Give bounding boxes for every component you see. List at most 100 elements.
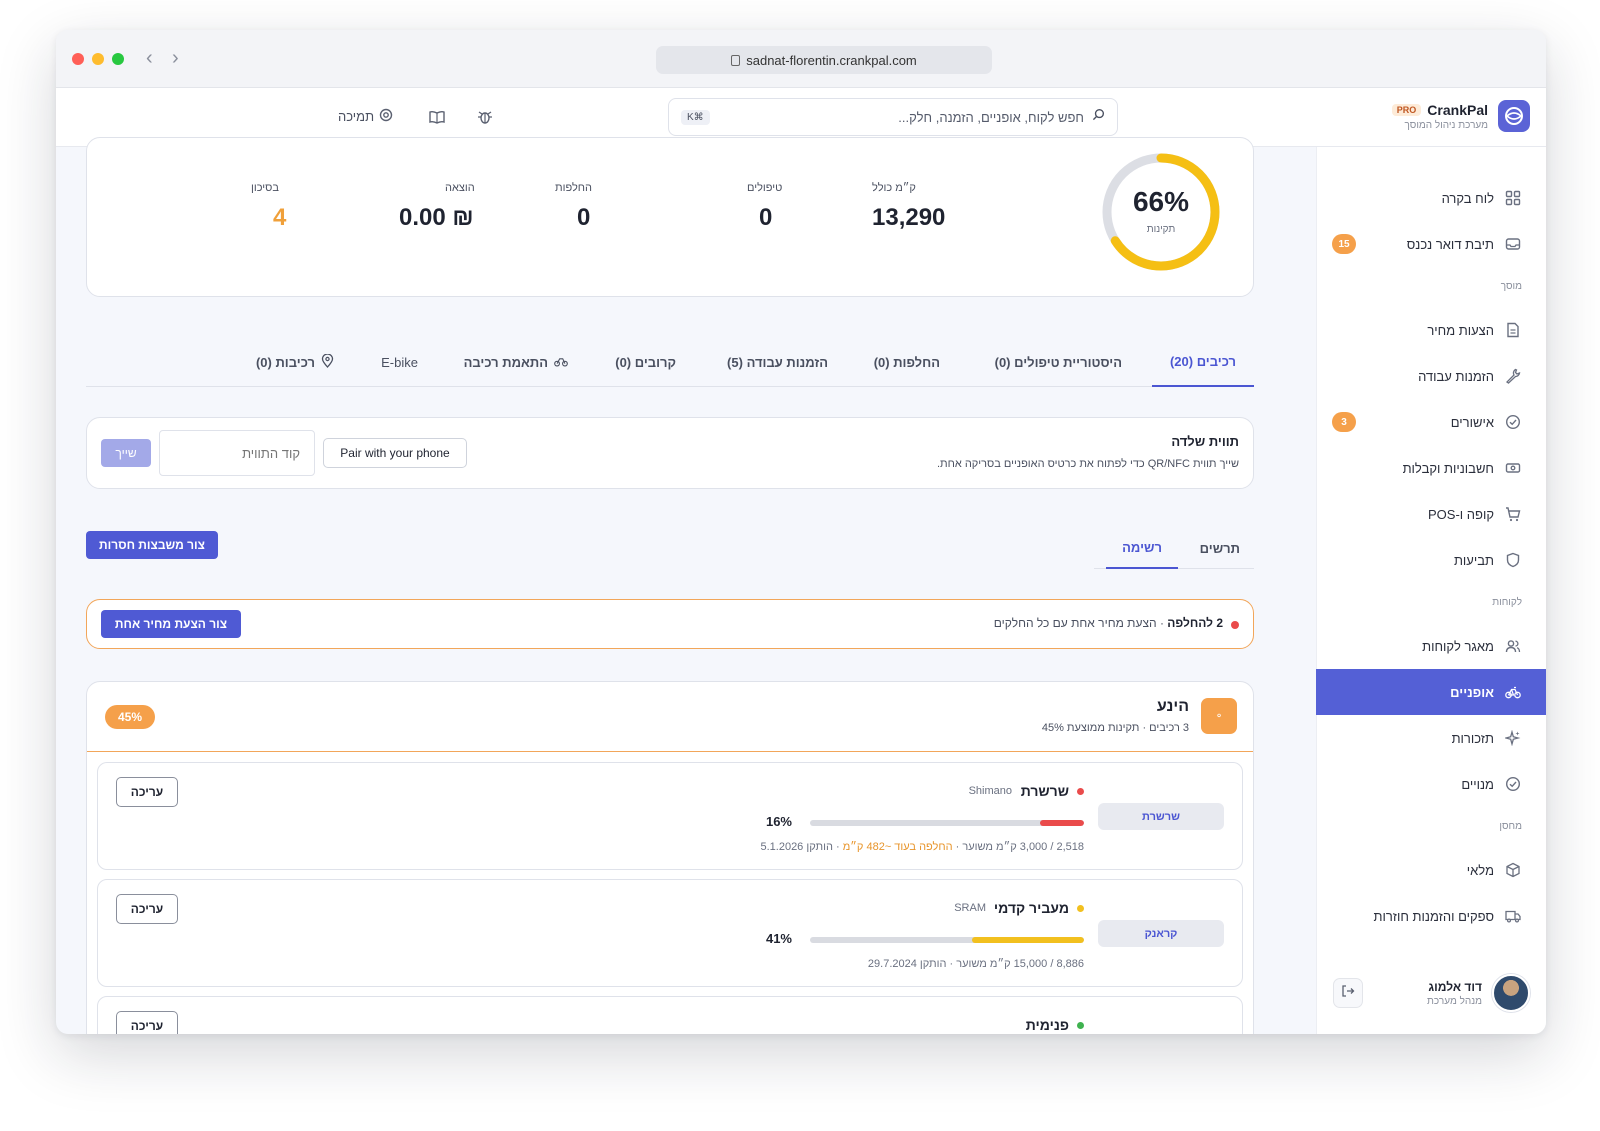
tab-components[interactable]: רכיבים (20) — [1151, 337, 1254, 387]
browser-window: ‹ › sadnat-florentin.crankpal.com CrankP… — [56, 30, 1546, 1034]
sidebar-item-label: הצעות מחיר — [1427, 322, 1494, 338]
dashboard-icon — [1504, 189, 1522, 207]
minimize-window-button[interactable] — [92, 53, 104, 65]
sidebar-item-inventory[interactable]: מלאי — [1316, 847, 1546, 893]
sidebar-item-label: מלאי — [1466, 862, 1494, 878]
stat-total-km: ק״מ כולל 13,290 — [872, 182, 945, 232]
view-toggle: תרשים רשימה — [1094, 527, 1254, 569]
tab-chart-view[interactable]: תרשים — [1200, 527, 1240, 569]
address-bar[interactable]: sadnat-florentin.crankpal.com — [656, 46, 992, 74]
bug-icon[interactable] — [476, 108, 494, 131]
tag-code-input[interactable] — [159, 430, 315, 476]
edit-component-button[interactable]: עריכה — [116, 894, 178, 924]
alert-count: 2 להחלפה — [1167, 616, 1223, 630]
search-placeholder: חפש לקוח, אופניים, הזמנה, חלק... — [898, 109, 1084, 125]
sidebar-item-label: מאגר לקוחות — [1422, 638, 1494, 654]
component-name: שרשרת — [1020, 783, 1069, 799]
stat-value: 13,290 — [872, 204, 946, 231]
sidebar-item-label: מנויים — [1461, 776, 1494, 792]
search-shortcut: ⌘K — [681, 109, 710, 125]
stat-label: טיפולים — [747, 182, 783, 194]
drivetrain-icon: ⚬ — [1201, 698, 1237, 734]
search-input[interactable]: חפש לקוח, אופניים, הזמנה, חלק... ⌘K — [668, 98, 1118, 136]
sidebar-item-subscriptions[interactable]: מנויים — [1316, 761, 1546, 807]
brand[interactable]: CrankPal PRO מערכת ניהול המוסך — [1391, 100, 1530, 132]
maximize-window-button[interactable] — [112, 53, 124, 65]
sidebar-item-customers[interactable]: מאגר לקוחות — [1316, 623, 1546, 669]
sidebar-item-bikes[interactable]: אופניים — [1316, 669, 1546, 715]
crankpal-logo-icon — [1498, 100, 1530, 132]
pair-phone-button[interactable]: Pair with your phone — [323, 438, 467, 468]
tab-ebike[interactable]: E-bike — [381, 337, 418, 387]
stats-card: 66% תקינות ק״מ כולל 13,290 טיפולים 0 החל… — [86, 137, 1254, 297]
shield-icon — [1504, 551, 1522, 569]
frame-tag-title: תווית שלדה — [1171, 434, 1239, 449]
document-icon — [1504, 321, 1522, 339]
sidebar-item-invoices[interactable]: חשבוניות וקבלות — [1316, 445, 1546, 491]
component-wear-percent: 41% — [765, 931, 792, 946]
section-label-customers: לקוחות — [1492, 597, 1522, 608]
bike-tabs: רכיבים (20) היסטוריית טיפולים (0) החלפות… — [86, 337, 1254, 387]
user-profile[interactable]: דוד אלמוג מנהל מערכת — [1427, 974, 1530, 1012]
sidebar-item-suppliers[interactable]: ספקים והזמנות חוזרות — [1316, 893, 1546, 939]
check-circle-icon — [1504, 775, 1522, 793]
stat-value: 0 — [759, 204, 773, 231]
group-header[interactable]: ⚬ הינע 3 רכיבים · תקינות ממוצעת 45% 45% — [87, 682, 1253, 752]
component-wear-percent: 16% — [765, 814, 792, 829]
brand-subtitle: מערכת ניהול המוסך — [1404, 119, 1488, 131]
tab-label: רכיבות (0) — [255, 354, 315, 370]
sidebar-item-dashboard[interactable]: לוח בקרה — [1316, 175, 1546, 221]
sidebar-item-label: אופניים — [1450, 684, 1494, 700]
sidebar-item-approvals[interactable]: אישורים 3 — [1316, 399, 1546, 445]
health-gauge-value: 66% — [1132, 186, 1190, 217]
assign-tag-button[interactable]: שייך — [101, 439, 151, 467]
tab-work-orders[interactable]: הזמנות עבודה (5) — [727, 337, 828, 387]
sidebar-item-pos[interactable]: קופה ו-POS — [1316, 491, 1546, 537]
sidebar-item-claims[interactable]: תביעות — [1316, 537, 1546, 583]
logout-button[interactable] — [1333, 978, 1363, 1008]
user-role: מנהל מערכת — [1427, 995, 1482, 1007]
section-label-garage: מוסך — [1500, 281, 1522, 292]
component-meta-text: 8,886 / 15,000 ק״מ משוער · הותקן 29.7.20… — [867, 958, 1084, 970]
sidebar-item-inbox[interactable]: תיבת דואר נכנס 15 — [1316, 221, 1546, 267]
sidebar-item-work-orders[interactable]: הזמנות עבודה — [1316, 353, 1546, 399]
component-wear-bar — [810, 820, 1084, 826]
create-single-quote-button[interactable]: צור הצעת מחיר אחת — [101, 610, 241, 638]
component-category-chip[interactable]: קראנק — [1098, 920, 1224, 947]
tab-bike-fit[interactable]: התאמת רכיבה — [464, 337, 568, 387]
sidebar-item-label: לוח בקרה — [1441, 190, 1494, 206]
tab-related[interactable]: קרובים (0) — [615, 337, 676, 387]
sparkle-icon — [1504, 729, 1522, 747]
edit-component-button[interactable]: עריכה — [116, 1011, 178, 1034]
tab-replacements[interactable]: החלפות (0) — [874, 337, 940, 387]
book-icon[interactable] — [428, 108, 446, 131]
user-name: דוד אלמוג — [1428, 979, 1482, 994]
truck-icon — [1504, 907, 1522, 925]
component-category-chip[interactable]: שרשרת — [1098, 803, 1224, 830]
component-brand: Shimano — [968, 785, 1012, 797]
frame-tag-card: תווית שלדה שייך תווית QR/NFC כדי לפתוח א… — [86, 417, 1254, 489]
edit-component-button[interactable]: עריכה — [116, 777, 178, 807]
forward-arrow-icon[interactable]: › — [172, 47, 179, 70]
alert-text: 2 להחלפה · הצעת מחיר אחת עם כל החלקים — [994, 616, 1223, 630]
back-arrow-icon[interactable]: ‹ — [146, 47, 153, 70]
create-missing-slots-button[interactable]: צור משבצות חסרות — [86, 531, 218, 559]
bike-icon — [554, 354, 568, 371]
tab-service-history[interactable]: היסטוריית טיפולים (0) — [995, 337, 1122, 387]
sidebar-item-reminders[interactable]: תזכורות — [1316, 715, 1546, 761]
sidebar-item-label: תיבת דואר נכנס — [1406, 236, 1494, 252]
stat-replacements: החלפות 0 — [555, 182, 592, 232]
approvals-count-badge: 3 — [1332, 412, 1356, 432]
stat-value: 0 — [577, 204, 591, 231]
close-window-button[interactable] — [72, 53, 84, 65]
tab-rides[interactable]: רכיבות (0) — [256, 337, 334, 387]
inbox-icon — [1504, 235, 1522, 253]
component-brand: SRAM — [954, 902, 986, 914]
support-link[interactable]: תמיכה — [338, 108, 393, 125]
sidebar-item-label: קופה ו-POS — [1428, 506, 1494, 522]
bike-icon — [1504, 683, 1522, 701]
lifebuoy-icon — [379, 108, 393, 125]
tab-list-view[interactable]: רשימה — [1106, 527, 1178, 569]
sidebar-item-quotes[interactable]: הצעות מחיר — [1316, 307, 1546, 353]
stat-label: ק״מ כולל — [872, 182, 916, 194]
